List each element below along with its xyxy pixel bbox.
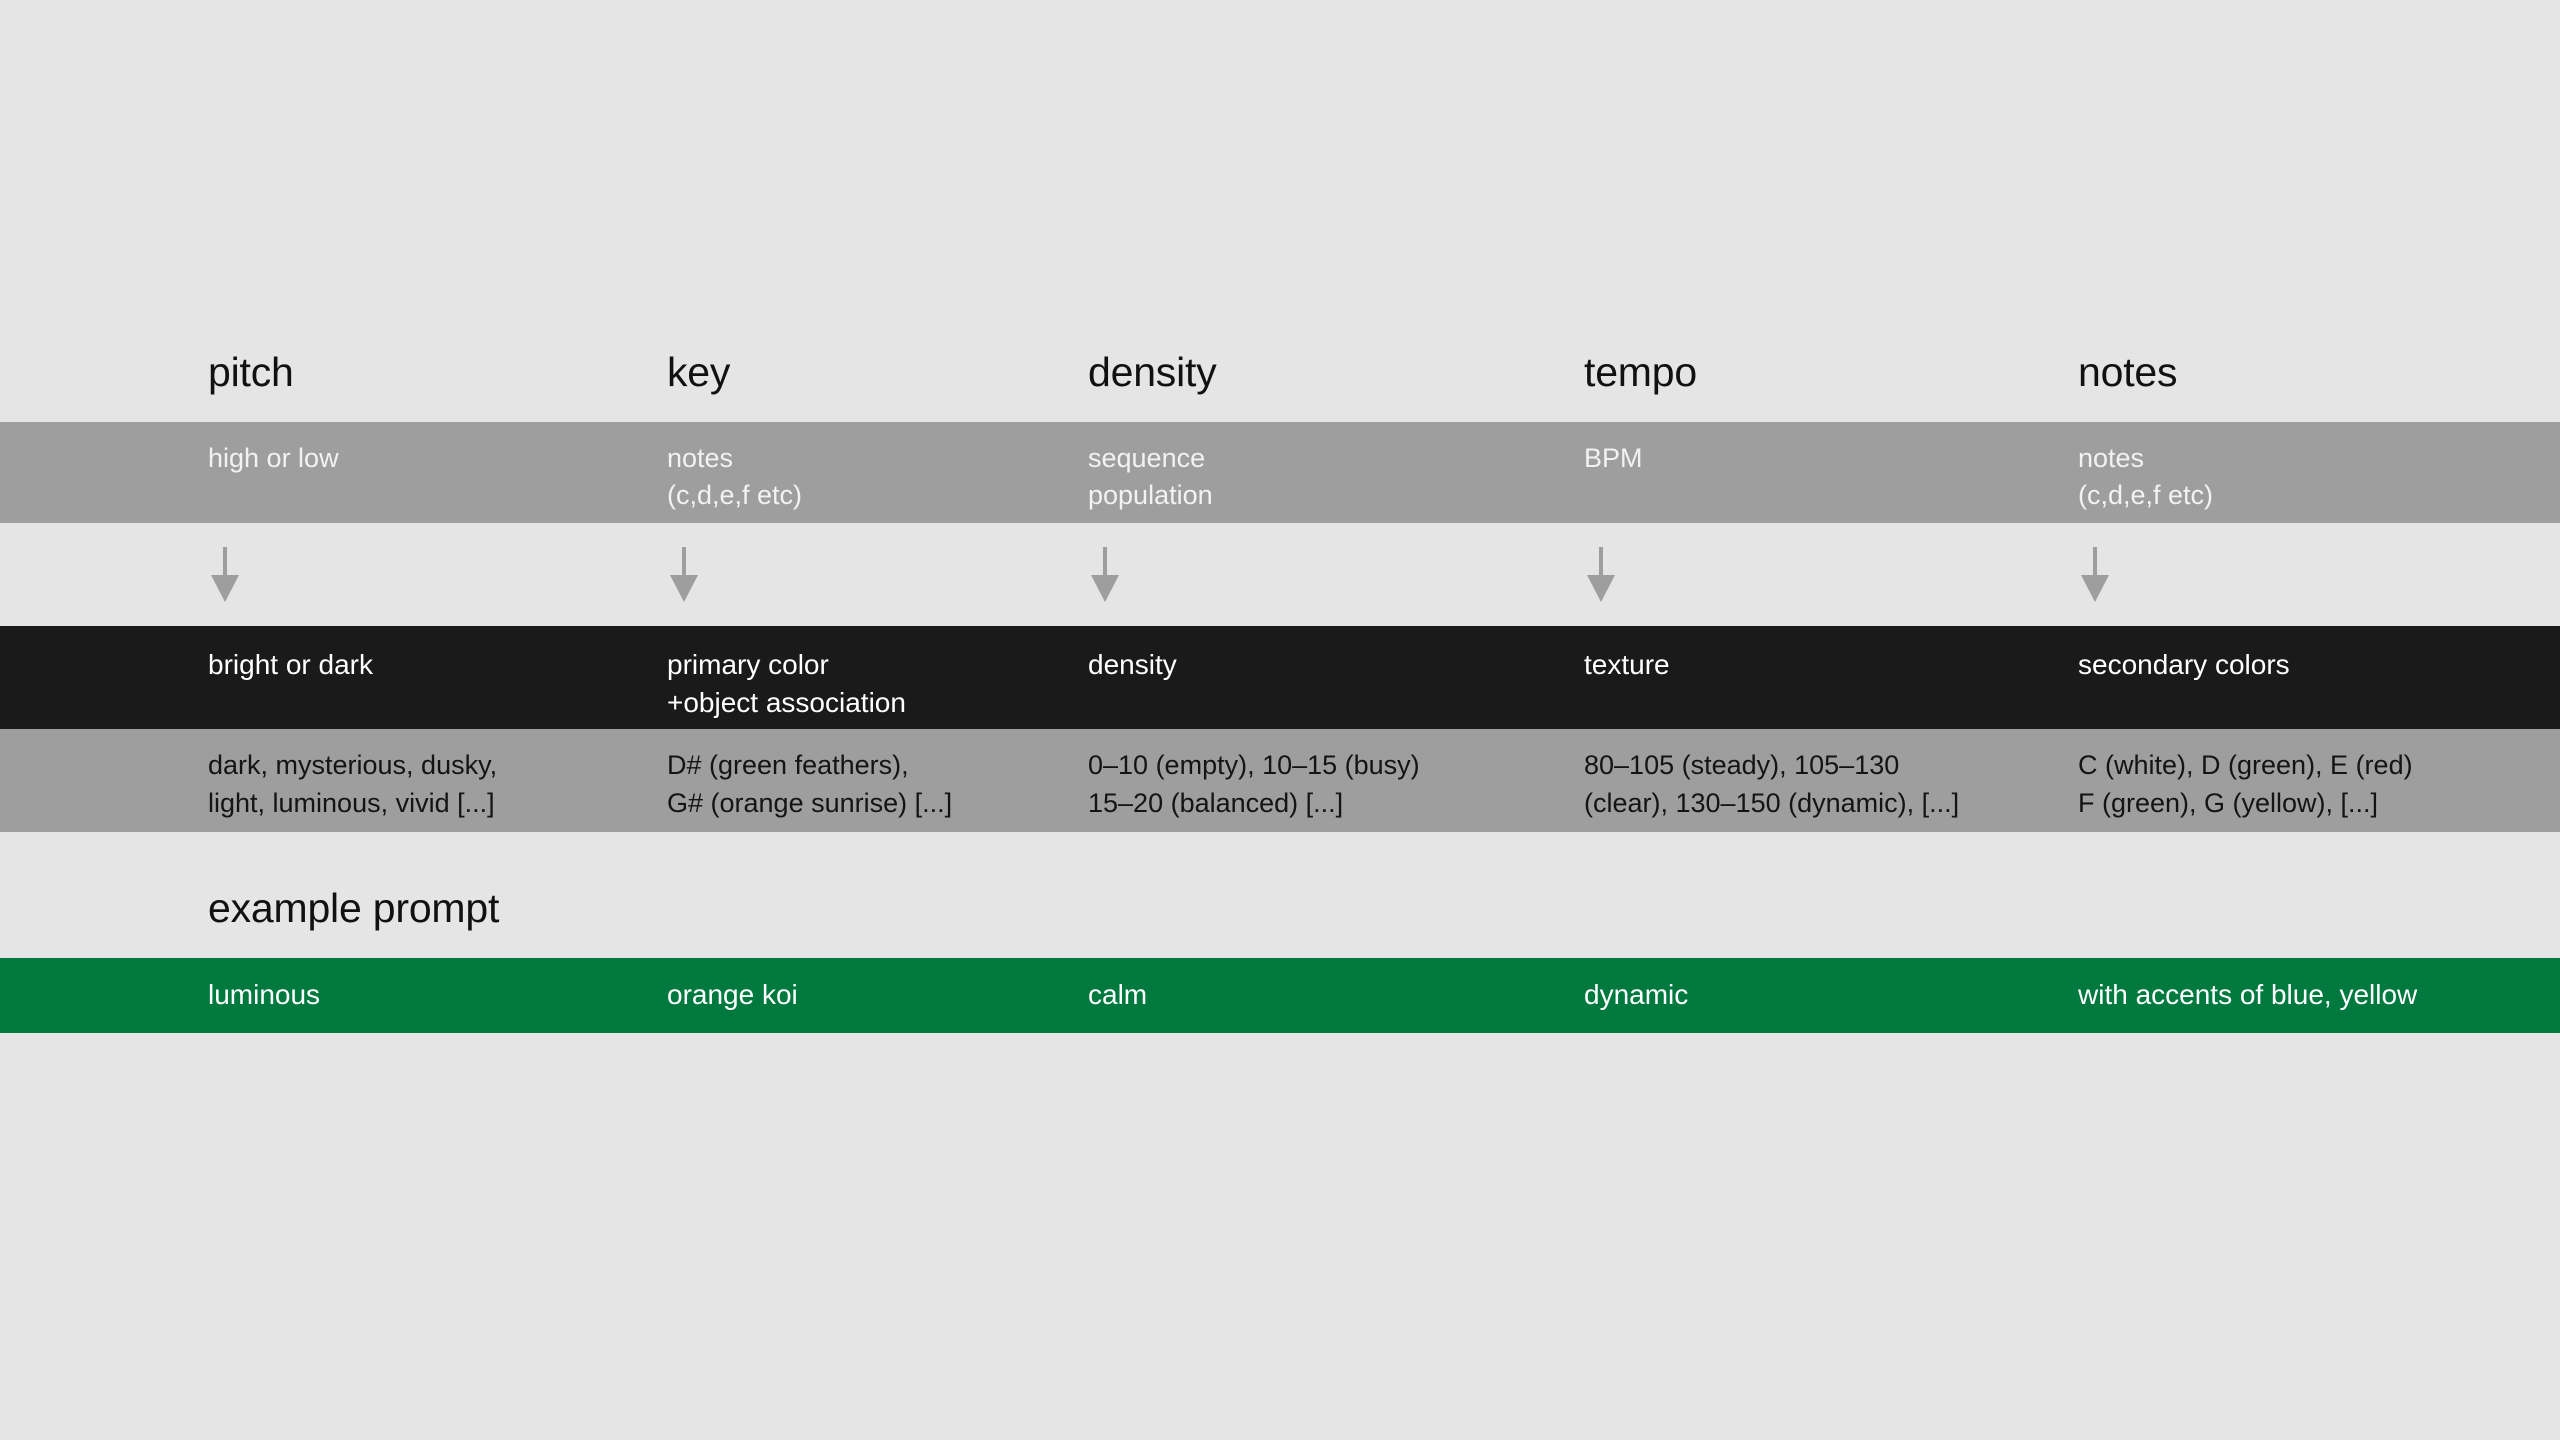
source-cell-text: sequence population <box>1088 443 1213 510</box>
column-titles-row: pitch key density tempo notes <box>0 348 2560 422</box>
examples-cell-text: D# (green feathers), G# (orange sunrise)… <box>667 750 953 818</box>
examples-cell-text: 0–10 (empty), 10–15 (busy) 15–20 (balanc… <box>1088 750 1420 818</box>
arrow-cell-notes <box>2078 523 2548 626</box>
example-prompt-band: luminous orange koi calm dynamic with ac… <box>0 958 2560 1033</box>
examples-cell-text: C (white), D (green), E (red) F (green),… <box>2078 750 2413 818</box>
mapped-cell-notes: secondary colors <box>2078 626 2548 729</box>
example-values-band: dark, mysterious, dusky, light, luminous… <box>0 729 2560 832</box>
arrow-down-icon <box>1088 547 1122 603</box>
prompt-cell-text: luminous <box>208 979 321 1010</box>
examples-cell-tempo: 80–105 (steady), 105–130 (clear), 130–15… <box>1584 729 2059 832</box>
arrow-down-icon <box>208 547 242 603</box>
examples-cell-text: 80–105 (steady), 105–130 (clear), 130–15… <box>1584 750 1960 818</box>
column-tempo-title: tempo <box>1584 348 2059 422</box>
source-attributes-band: high or low notes (c,d,e,f etc) sequence… <box>0 422 2560 523</box>
arrow-down-icon <box>667 547 701 603</box>
column-density-title: density <box>1088 348 1558 422</box>
mapped-cell-pitch: bright or dark <box>208 626 648 729</box>
column-title-label: density <box>1088 349 1217 395</box>
examples-cell-pitch: dark, mysterious, dusky, light, luminous… <box>208 729 648 832</box>
prompt-cell-notes: with accents of blue, yellow <box>2078 958 2548 1033</box>
prompt-cell-key: orange koi <box>667 958 1067 1033</box>
prompt-cell-density: calm <box>1088 958 1558 1033</box>
examples-cell-key: D# (green feathers), G# (orange sunrise)… <box>667 729 1067 832</box>
mapped-cell-text: bright or dark <box>208 649 373 680</box>
arrow-cell-pitch <box>208 523 648 626</box>
mapped-cell-text: texture <box>1584 649 1670 680</box>
source-cell-pitch: high or low <box>208 422 648 523</box>
source-cell-text: notes (c,d,e,f etc) <box>667 443 803 510</box>
prompt-cell-text: orange koi <box>667 979 798 1010</box>
arrow-down-icon <box>2078 547 2112 603</box>
source-cell-text: high or low <box>208 443 339 473</box>
examples-cell-text: dark, mysterious, dusky, light, luminous… <box>208 750 498 818</box>
prompt-cell-text: with accents of blue, yellow <box>2078 979 2418 1010</box>
mapped-attributes-band: bright or dark primary color +object ass… <box>0 626 2560 729</box>
mapped-cell-text: density <box>1088 649 1177 680</box>
column-notes-title: notes <box>2078 348 2548 422</box>
source-cell-notes: notes (c,d,e,f etc) <box>2078 422 2548 523</box>
column-pitch-title: pitch <box>208 348 648 422</box>
prompt-cell-text: calm <box>1088 979 1148 1010</box>
source-cell-density: sequence population <box>1088 422 1558 523</box>
arrow-down-icon <box>1584 547 1618 603</box>
diagram-canvas: pitch key density tempo notes high or lo… <box>0 0 2560 1440</box>
source-cell-tempo: BPM <box>1584 422 2059 523</box>
column-title-label: pitch <box>208 349 294 395</box>
mapping-arrows-row <box>0 523 2560 626</box>
source-cell-text: notes (c,d,e,f etc) <box>2078 443 2214 510</box>
mapped-cell-text: primary color +object association <box>667 649 906 718</box>
examples-cell-notes: C (white), D (green), E (red) F (green),… <box>2078 729 2548 832</box>
prompt-cell-text: dynamic <box>1584 979 1689 1010</box>
prompt-cell-tempo: dynamic <box>1584 958 2059 1033</box>
example-prompt-label-row: example prompt <box>0 880 2560 958</box>
arrow-cell-density <box>1088 523 1558 626</box>
column-title-label: key <box>667 349 731 395</box>
source-cell-key: notes (c,d,e,f etc) <box>667 422 1067 523</box>
arrow-cell-key <box>667 523 1067 626</box>
example-prompt-label: example prompt <box>208 885 500 931</box>
column-title-label: tempo <box>1584 349 1697 395</box>
arrow-cell-tempo <box>1584 523 2059 626</box>
examples-cell-density: 0–10 (empty), 10–15 (busy) 15–20 (balanc… <box>1088 729 1558 832</box>
mapped-cell-text: secondary colors <box>2078 649 2290 680</box>
column-title-label: notes <box>2078 349 2178 395</box>
column-key-title: key <box>667 348 1067 422</box>
mapped-cell-density: density <box>1088 626 1558 729</box>
mapped-cell-key: primary color +object association <box>667 626 1067 729</box>
source-cell-text: BPM <box>1584 443 1643 473</box>
mapped-cell-tempo: texture <box>1584 626 2059 729</box>
prompt-cell-pitch: luminous <box>208 958 648 1033</box>
